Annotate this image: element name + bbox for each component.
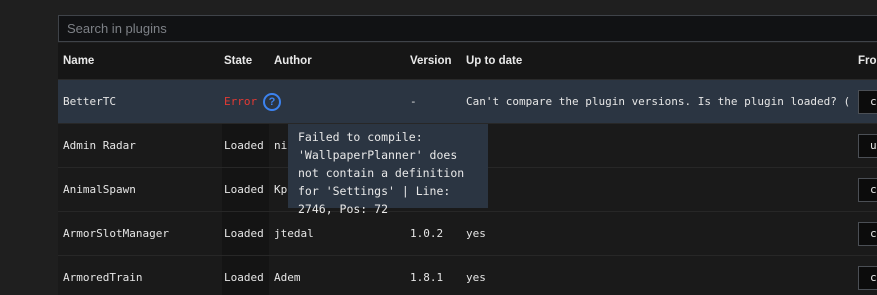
plugin-name: ArmoredTrain <box>63 271 143 284</box>
plugin-author: ni <box>274 139 288 152</box>
table-row[interactable]: ArmoredTrain Loaded Adem 1.8.1 yes c <box>58 256 877 295</box>
info-icon[interactable]: ? <box>263 93 281 111</box>
plugin-state: Error <box>224 95 258 108</box>
plugin-author: jtedal <box>274 227 314 240</box>
plugin-up-to-date: yes <box>466 271 486 284</box>
column-header-from[interactable]: Fro <box>858 43 877 80</box>
table-header: Name State Author Version Up to date Fro <box>58 43 877 80</box>
plugin-name: ArmorSlotManager <box>63 227 169 240</box>
plugin-name: Admin Radar <box>63 139 136 152</box>
search-input[interactable] <box>59 16 877 41</box>
plugin-author: Kp <box>274 183 288 196</box>
plugin-state: Loaded <box>224 183 264 196</box>
column-header-version[interactable]: Version <box>410 43 452 80</box>
plugin-version: 1.0.2 <box>410 227 444 240</box>
row-action-button[interactable]: c <box>858 178 877 202</box>
plugin-name: BetterTC <box>63 95 116 108</box>
plugin-author: Adem <box>274 271 301 284</box>
table-row[interactable]: BetterTC Error ? - Can't compare the plu… <box>58 80 877 124</box>
search-box[interactable] <box>58 15 877 42</box>
plugin-up-to-date: Can't compare the plugin versions. Is th… <box>466 95 851 108</box>
plugin-state: Loaded <box>224 271 264 284</box>
plugin-version: 1.8.1 <box>410 271 444 284</box>
column-header-author[interactable]: Author <box>274 43 312 80</box>
plugin-state: Loaded <box>224 227 264 240</box>
plugin-state: Loaded <box>224 139 264 152</box>
row-action-button[interactable]: c <box>858 222 877 246</box>
column-header-name[interactable]: Name <box>63 43 94 80</box>
plugin-up-to-date: yes <box>466 227 486 240</box>
error-tooltip: Failed to compile: 'WallpaperPlanner' do… <box>288 124 488 216</box>
row-action-button[interactable]: u <box>858 134 877 158</box>
row-action-button[interactable]: c <box>858 266 877 290</box>
table-row[interactable]: ArmorSlotManager Loaded jtedal 1.0.2 yes… <box>58 212 877 256</box>
plugins-page: Name State Author Version Up to date Fro… <box>0 0 877 295</box>
column-header-up-to-date[interactable]: Up to date <box>466 43 522 80</box>
column-header-state[interactable]: State <box>224 43 252 80</box>
plugin-name: AnimalSpawn <box>63 183 136 196</box>
plugin-version: - <box>410 95 417 108</box>
row-action-button[interactable]: c <box>858 90 877 114</box>
